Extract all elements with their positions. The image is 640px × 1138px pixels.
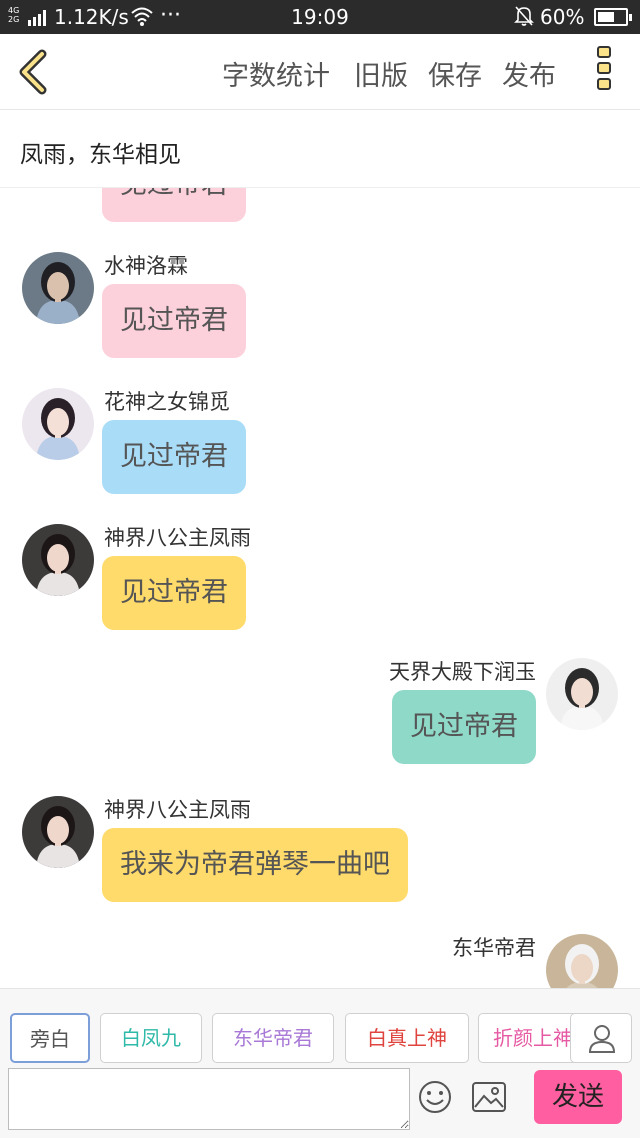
message-bubble[interactable]: 见过帝君 xyxy=(392,690,536,764)
battery-level xyxy=(598,12,614,22)
chat-message[interactable]: 神界八公主凤雨我来为帝君弹琴一曲吧 xyxy=(0,786,640,916)
avatar-eighth-princess[interactable] xyxy=(22,524,94,596)
message-bubble[interactable]: 见过帝君 xyxy=(102,420,246,494)
avatar-eighth-princess[interactable] xyxy=(22,796,94,868)
role-manage-button[interactable] xyxy=(570,1013,632,1063)
old-version-button[interactable]: 旧版 xyxy=(354,54,408,93)
message-input[interactable] xyxy=(8,1068,410,1130)
mute-bell-icon xyxy=(514,6,534,26)
chat-message[interactable]: 东华帝君 xyxy=(0,924,640,988)
word-count-button[interactable]: 字数统计 xyxy=(222,54,330,93)
chat-message[interactable]: 天界大殿下润玉见过帝君 xyxy=(0,648,640,778)
message-bubble[interactable]: 见过帝君 xyxy=(102,556,246,630)
avatar-crown-prince[interactable] xyxy=(546,658,618,730)
chapter-title-bar[interactable]: 凤雨，东华相见 xyxy=(0,110,640,188)
more-vertical-icon[interactable] xyxy=(594,46,614,98)
message-bubble[interactable]: 见过帝君 xyxy=(102,284,246,358)
message-bubble[interactable]: 我来为帝君弹琴一曲吧 xyxy=(102,828,408,902)
chat-list[interactable]: 花神锦觅见过帝君水神洛霖见过帝君花神之女锦觅见过帝君神界八公主凤雨见过帝君天界大… xyxy=(0,188,640,988)
speaker-name: 天界大殿下润玉 xyxy=(389,660,536,684)
speaker-name: 神界八公主凤雨 xyxy=(104,798,251,822)
speaker-name: 水神洛霖 xyxy=(104,254,188,278)
avatar-water-god[interactable] xyxy=(22,252,94,324)
role-chip[interactable]: 白凤九 xyxy=(100,1013,202,1063)
chat-message[interactable]: 花神锦觅见过帝君 xyxy=(0,188,640,236)
send-button[interactable]: 发送 xyxy=(534,1070,622,1124)
input-row: 发送 xyxy=(0,1068,640,1138)
avatar-flower-daughter[interactable] xyxy=(22,388,94,460)
role-chip[interactable]: 旁白 xyxy=(10,1013,90,1063)
chat-message[interactable]: 水神洛霖 见过帝君 xyxy=(0,242,640,372)
chapter-title[interactable]: 凤雨，东华相见 xyxy=(20,135,181,169)
status-bar: 4G 2G 1.12K/s ··· 19:09 60% xyxy=(0,0,640,34)
battery-percent: 60% xyxy=(540,5,585,29)
speaker-name: 神界八公主凤雨 xyxy=(104,526,251,550)
speaker-name: 东华帝君 xyxy=(452,936,536,960)
chevron-left-icon[interactable] xyxy=(14,48,54,96)
role-chip[interactable]: 白真上神 xyxy=(345,1013,469,1063)
chat-message[interactable]: 神界八公主凤雨见过帝君 xyxy=(0,514,640,644)
speaker-name: 花神之女锦觅 xyxy=(104,390,230,414)
chat-message[interactable]: 花神之女锦觅见过帝君 xyxy=(0,378,640,508)
role-selector: 旁白 白凤九 东华帝君 白真上神 折颜上神 xyxy=(0,988,640,1068)
picture-icon[interactable] xyxy=(472,1082,506,1112)
person-icon xyxy=(588,1025,616,1053)
smiley-icon[interactable] xyxy=(418,1080,452,1114)
message-bubble[interactable]: 见过帝君 xyxy=(102,188,246,222)
battery-icon xyxy=(594,8,632,26)
publish-button[interactable]: 发布 xyxy=(502,54,556,93)
role-chip[interactable]: 东华帝君 xyxy=(212,1013,334,1063)
top-toolbar: 字数统计 旧版 保存 发布 xyxy=(0,34,640,110)
save-button[interactable]: 保存 xyxy=(428,54,482,93)
avatar-donghua[interactable] xyxy=(546,934,618,988)
